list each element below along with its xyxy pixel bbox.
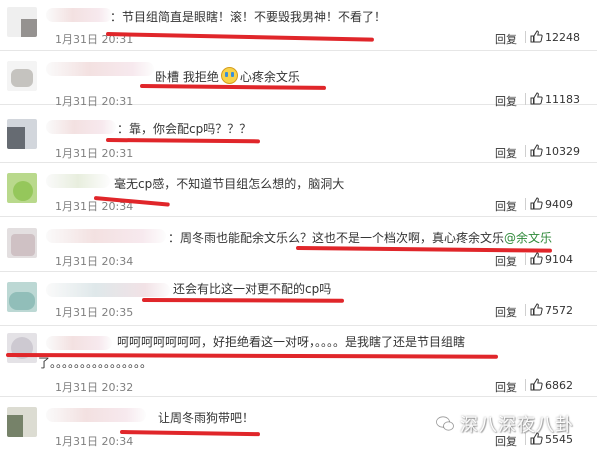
comment-text: ：靠，你会配cp吗？？？ (117, 122, 252, 136)
thumbs-up-icon[interactable] (530, 92, 543, 105)
comment-time: 1月31日 20:34 (55, 255, 134, 268)
avatar[interactable] (7, 228, 37, 258)
reply-button[interactable]: 回复 (495, 198, 517, 214)
wechat-logo-icon (436, 416, 454, 431)
thumbs-up-icon[interactable] (530, 303, 543, 316)
comment-body: ：周冬雨也能配余文乐么？这也不是一个档次啊，真心疼余文乐 (168, 231, 505, 245)
comment-item: 卧槽 我拒绝 心疼余文乐 1月31日 20:31 回复 11183 (0, 54, 597, 108)
username-blurred[interactable] (46, 62, 154, 76)
comment-text: 呵呵呵呵呵呵呵，好拒绝看这一对呀，。。。。是我瞎了还是节目组瞎 (117, 335, 466, 349)
comment-text: 让周冬雨狗带吧！ (158, 411, 255, 425)
avatar[interactable] (7, 7, 37, 37)
divider (525, 304, 526, 316)
reply-button[interactable]: 回复 (495, 145, 517, 161)
comment-time: 1月31日 20:32 (55, 381, 134, 394)
like-count: 9104 (545, 253, 573, 266)
thumbs-up-icon[interactable] (530, 252, 543, 265)
comment-text: 卧槽 我拒绝 心疼余文乐 (155, 67, 300, 85)
reply-button[interactable]: 回复 (495, 31, 517, 47)
comment-item: ：靠，你会配cp吗？？？ 1月31日 20:31 回复 10329 (0, 112, 597, 163)
thumbs-up-icon[interactable] (530, 197, 543, 210)
comment-text: 还会有比这一对更不配的cp吗 (173, 282, 332, 296)
comment-item: 呵呵呵呵呵呵呵，好拒绝看这一对呀，。。。。是我瞎了还是节目组瞎 了。。。。。。。… (0, 326, 597, 397)
crying-face-icon (220, 67, 238, 84)
thumbs-up-icon[interactable] (530, 30, 543, 43)
username-blurred[interactable] (46, 408, 146, 422)
divider (525, 93, 526, 105)
comment-text-before: 卧槽 我拒绝 (155, 70, 219, 84)
reply-button[interactable]: 回复 (495, 253, 517, 269)
comment-time: 1月31日 20:31 (55, 147, 134, 160)
reply-button[interactable]: 回复 (495, 93, 517, 109)
username-blurred[interactable] (46, 174, 110, 188)
watermark-text: 深八深夜八卦 (460, 415, 574, 436)
comment-text-after: 心疼余文乐 (239, 70, 300, 84)
mention-link[interactable]: @余文乐 (504, 231, 552, 245)
comment-time: 1月31日 20:34 (55, 435, 134, 448)
like-count: 10329 (545, 145, 580, 158)
avatar[interactable] (7, 173, 37, 203)
like-count: 7572 (545, 304, 573, 317)
red-underline-scribble (141, 298, 345, 303)
username-blurred[interactable] (46, 229, 166, 243)
watermark: 深八深夜八卦 (436, 413, 574, 436)
divider (525, 379, 526, 391)
divider (525, 145, 526, 157)
divider (525, 31, 526, 43)
like-count: 6862 (545, 379, 573, 392)
like-count: 12248 (545, 31, 580, 44)
like-count: 9409 (545, 198, 573, 211)
comment-time: 1月31日 20:35 (55, 306, 134, 319)
avatar[interactable] (7, 333, 37, 363)
avatar[interactable] (7, 61, 37, 91)
username-blurred[interactable] (46, 120, 116, 134)
divider (525, 198, 526, 210)
comment-text: 毫无cp感，不知道节目组怎么想的，脑洞大 (114, 177, 345, 191)
divider (525, 253, 526, 265)
comment-item: ：节目组简直是眼瞎！滚！不要毁我男神！不看了！ 1月31日 20:31 回复 1… (0, 0, 597, 51)
comment-list: ：节目组简直是眼瞎！滚！不要毁我男神！不看了！ 1月31日 20:31 回复 1… (0, 0, 597, 455)
like-count: 11183 (545, 93, 580, 106)
avatar[interactable] (7, 119, 37, 149)
comment-item: 毫无cp感，不知道节目组怎么想的，脑洞大 1月31日 20:34 回复 9409 (0, 166, 597, 217)
username-blurred[interactable] (46, 283, 170, 297)
thumbs-up-icon[interactable] (530, 144, 543, 157)
reply-button[interactable]: 回复 (495, 304, 517, 320)
thumbs-up-icon[interactable] (530, 378, 543, 391)
avatar[interactable] (7, 282, 37, 312)
username-blurred[interactable] (46, 8, 112, 22)
reply-button[interactable]: 回复 (495, 379, 517, 395)
comment-text: ：节目组简直是眼瞎！滚！不要毁我男神！不看了！ (110, 10, 387, 24)
comment-text: ：周冬雨也能配余文乐么？这也不是一个档次啊，真心疼余文乐@余文乐 (168, 230, 552, 246)
avatar[interactable] (7, 407, 37, 437)
comment-time: 1月31日 20:31 (55, 95, 134, 108)
username-blurred[interactable] (46, 336, 112, 350)
